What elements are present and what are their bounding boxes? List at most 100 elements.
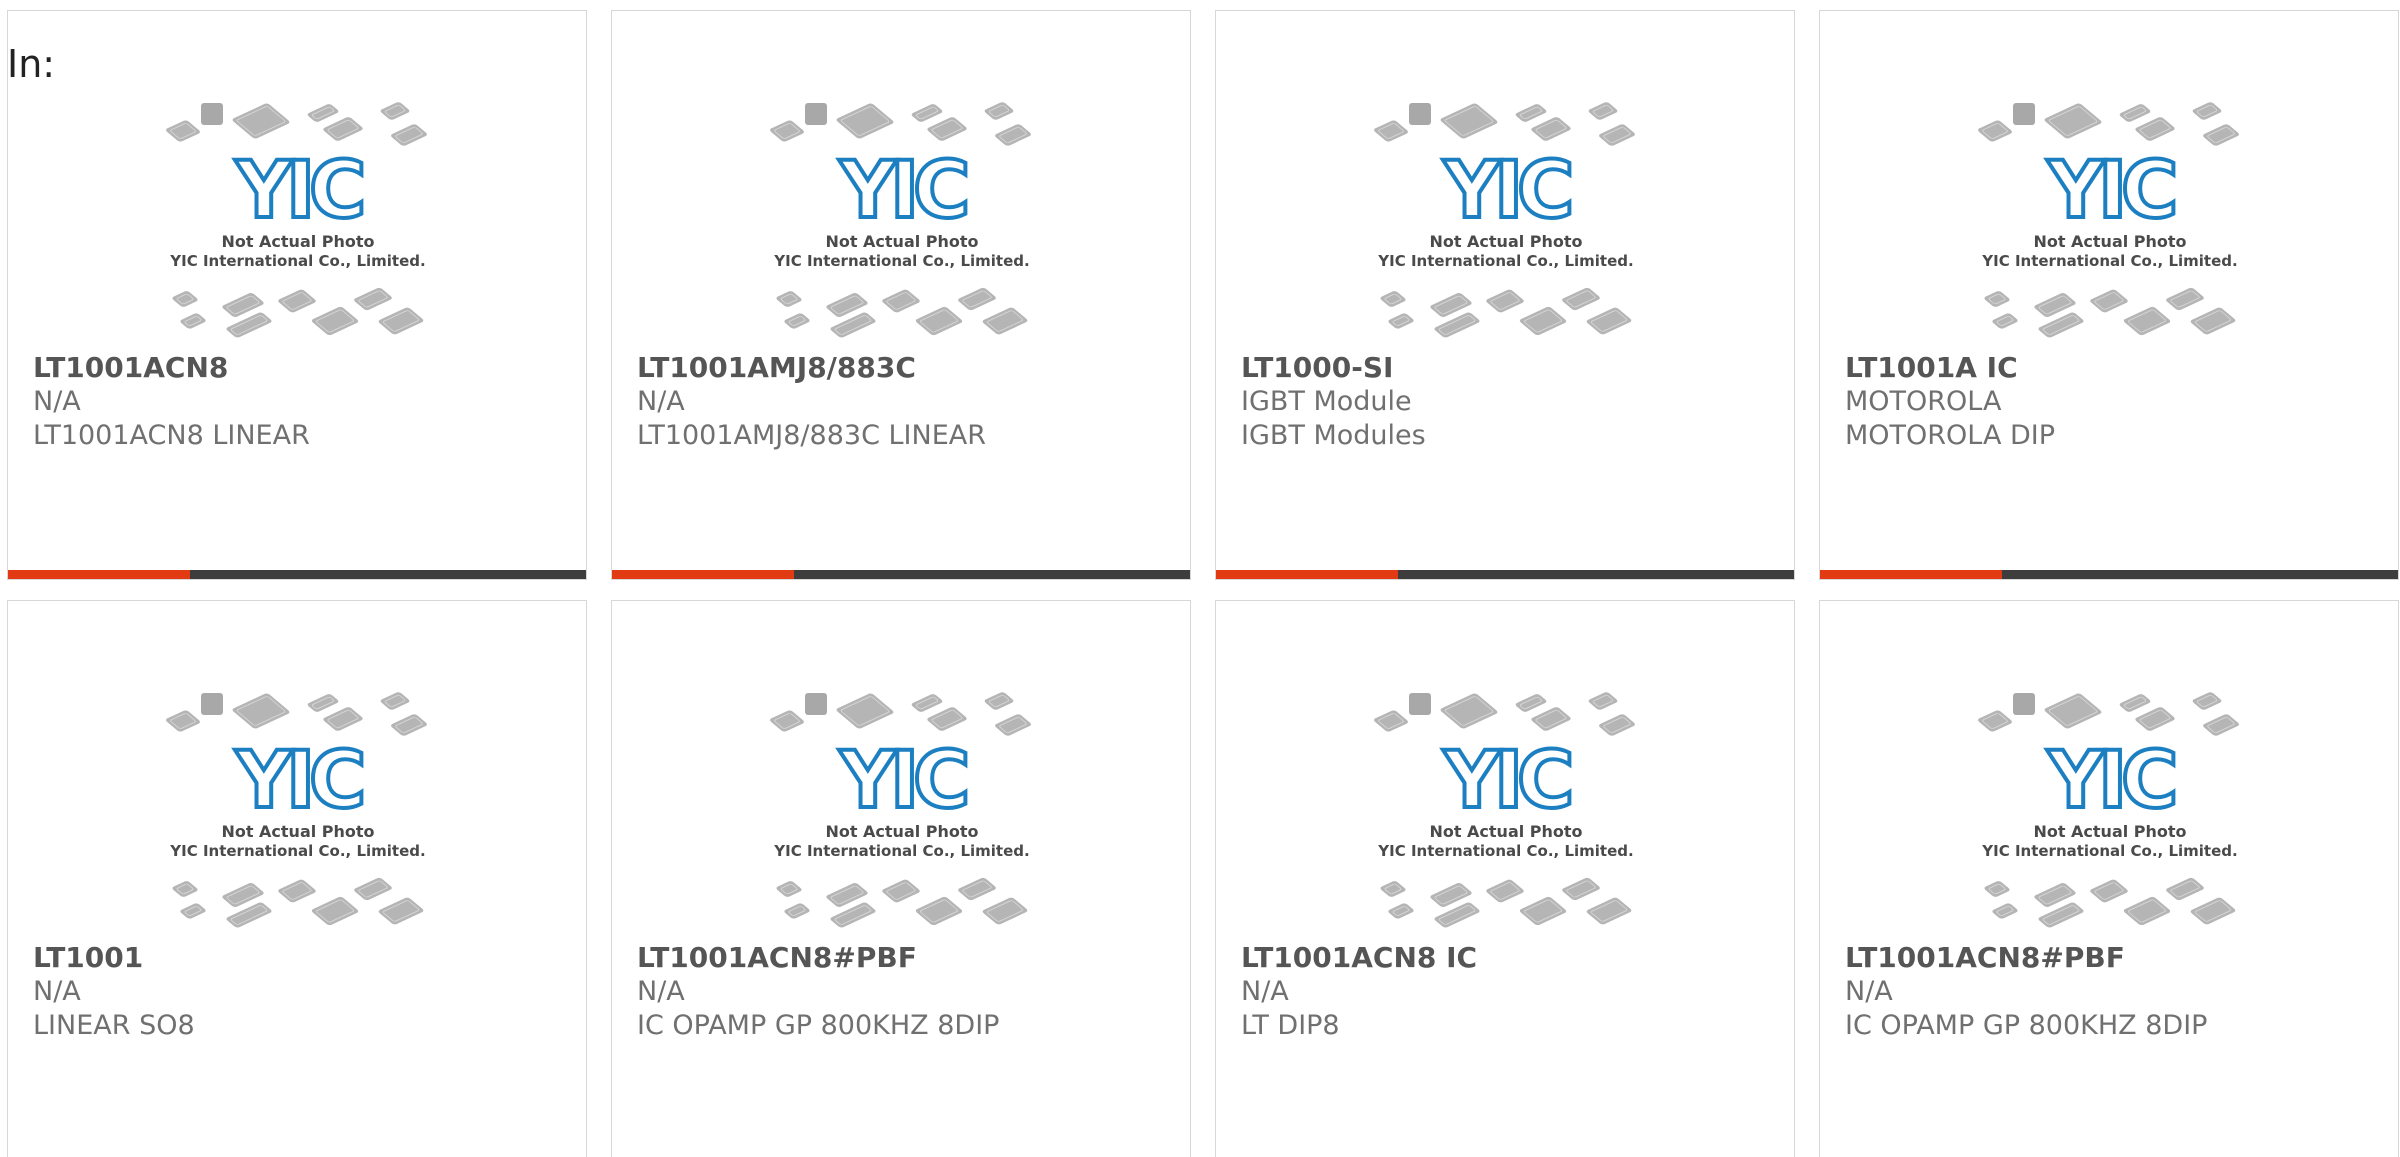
chip-icon [1984, 291, 2010, 307]
chip-icon [1992, 313, 2018, 329]
placeholder-photo[interactable]: YIC Not Actual Photo YIC International Co.… [1371, 99, 1641, 349]
placeholder-caption-line2: YIC International Co., Limited. [773, 842, 1029, 860]
product-part-number[interactable]: LT1000-SI [1241, 351, 1781, 385]
product-part-number[interactable]: LT1001A IC [1845, 351, 2385, 385]
placeholder-caption-line2: YIC International Co., Limited. [1377, 842, 1633, 860]
product-part-number[interactable]: LT1001ACN8 IC [1241, 941, 1781, 975]
chip-icon [911, 694, 943, 712]
card-bottom-bar [1820, 570, 2398, 579]
chip-icon [2044, 693, 2102, 729]
chip-icon [2013, 693, 2035, 715]
chip-icon [1515, 694, 1547, 712]
product-card[interactable]: YIC Not Actual Photo YIC International Co.… [1819, 10, 2399, 580]
chip-icon [1515, 104, 1547, 122]
chip-icon [882, 289, 920, 313]
product-part-number[interactable]: LT1001ACN8#PBF [1845, 941, 2385, 975]
chip-icon [995, 714, 1031, 736]
product-info: LT1001AMJ8/883C N/A LT1001AMJ8/883C LINE… [637, 351, 1177, 453]
placeholder-image: YICNot Actual PhotoYIC International Co.… [770, 102, 1031, 338]
chip-icon [380, 692, 410, 710]
yic-logo: YIC [2047, 146, 2175, 236]
chip-icon [1599, 124, 1635, 146]
chip-icon [2044, 103, 2102, 139]
product-info: LT1001 N/A LINEAR SO8 [33, 941, 573, 1043]
product-part-number[interactable]: LT1001ACN8#PBF [637, 941, 1177, 975]
card-bar-accent [8, 570, 190, 579]
product-card[interactable]: YIC Not Actual Photo YIC International Co.… [1819, 600, 2399, 1157]
product-manufacturer: IGBT Module [1241, 386, 1412, 417]
chip-icon [1519, 306, 1567, 336]
yic-logo: YIC [2047, 736, 2175, 826]
placeholder-photo[interactable]: YIC Not Actual Photo YIC International Co.… [1371, 689, 1641, 939]
yic-logo: YIC [235, 736, 363, 826]
chip-icon [1440, 103, 1498, 139]
yic-logo: YIC [839, 736, 967, 826]
product-card[interactable]: YIC Not Actual Photo YIC International Co.… [1215, 10, 1795, 580]
product-description: IC OPAMP GP 800KHZ 8DIP [637, 1010, 1000, 1041]
product-part-number[interactable]: LT1001 [33, 941, 573, 975]
chip-icon [995, 124, 1031, 146]
chip-icon [984, 102, 1014, 120]
chip-icon [982, 897, 1028, 925]
chip-icon [166, 710, 200, 732]
placeholder-image: YICNot Actual PhotoYIC International Co.… [1374, 692, 1635, 928]
chip-icon [927, 117, 967, 141]
chip-icon [1409, 693, 1431, 715]
chip-icon [1531, 707, 1571, 731]
chip-icon [307, 104, 339, 122]
chip-icon [232, 103, 290, 139]
product-card[interactable]: YIC Not Actual Photo YIC International Co.… [7, 600, 587, 1157]
product-description: LT1001ACN8 LINEAR [33, 420, 310, 451]
chip-icon [278, 879, 316, 903]
chip-icon [958, 287, 996, 311]
card-bottom-bar [1216, 570, 1794, 579]
placeholder-photo[interactable]: YIC Not Actual Photo YIC International Co.… [767, 99, 1037, 349]
product-part-number[interactable]: LT1001ACN8 [33, 351, 573, 385]
chip-icon [1374, 710, 1408, 732]
placeholder-caption-line1: Not Actual Photo [1429, 822, 1582, 841]
product-manufacturer: N/A [33, 386, 81, 417]
card-bar-accent [1820, 570, 2002, 579]
chip-icon [172, 291, 198, 307]
chip-icon [391, 714, 427, 736]
chip-icon [201, 103, 223, 125]
placeholder-photo[interactable]: YIC Not Actual Photo YIC International Co.… [1975, 689, 2245, 939]
placeholder-photo[interactable]: YIC Not Actual Photo YIC International Co.… [767, 689, 1037, 939]
product-card[interactable]: YIC Not Actual Photo YIC International Co.… [1215, 600, 1795, 1157]
placeholder-photo[interactable]: YIC Not Actual Photo YIC International Co.… [163, 689, 433, 939]
product-card[interactable]: YIC Not Actual Photo YIC International Co.… [611, 10, 1191, 580]
chip-icon [776, 291, 802, 307]
yic-logo: YIC [1443, 736, 1571, 826]
product-info: LT1001ACN8 N/A LT1001ACN8 LINEAR [33, 351, 573, 453]
chip-icon [1388, 903, 1414, 919]
placeholder-caption-line1: Not Actual Photo [221, 822, 374, 841]
product-manufacturer: MOTOROLA [1845, 386, 2002, 417]
yic-logo: YIC [839, 146, 967, 236]
chip-icon [958, 877, 996, 901]
placeholder-caption-line2: YIC International Co., Limited. [1981, 252, 2237, 270]
product-card[interactable]: YIC Not Actual Photo YIC International Co.… [611, 600, 1191, 1157]
placeholder-photo[interactable]: YIC Not Actual Photo YIC International Co.… [1975, 99, 2245, 349]
chip-icon [784, 313, 810, 329]
chip-icon [380, 102, 410, 120]
chip-icon [2135, 117, 2175, 141]
chip-icon [2013, 103, 2035, 125]
product-card[interactable]: YIC Not Actual Photo YIC International Co.… [7, 10, 587, 580]
in-label: In: [7, 42, 56, 86]
product-info: LT1001A IC MOTOROLA MOTOROLA DIP [1845, 351, 2385, 453]
chip-icon [323, 707, 363, 731]
placeholder-photo[interactable]: YIC Not Actual Photo YIC International Co.… [163, 99, 433, 349]
chip-icon [1978, 120, 2012, 142]
placeholder-caption-line1: Not Actual Photo [221, 232, 374, 251]
chip-icon [982, 307, 1028, 335]
chip-icon [172, 881, 198, 897]
placeholder-caption-line1: Not Actual Photo [1429, 232, 1582, 251]
chip-icon [984, 692, 1014, 710]
product-part-number[interactable]: LT1001AMJ8/883C [637, 351, 1177, 385]
card-bottom-bar [612, 570, 1190, 579]
chip-icon [180, 313, 206, 329]
chip-icon [201, 693, 223, 715]
chip-icon [1380, 291, 1406, 307]
product-manufacturer: N/A [33, 976, 81, 1007]
chip-icon [1531, 117, 1571, 141]
